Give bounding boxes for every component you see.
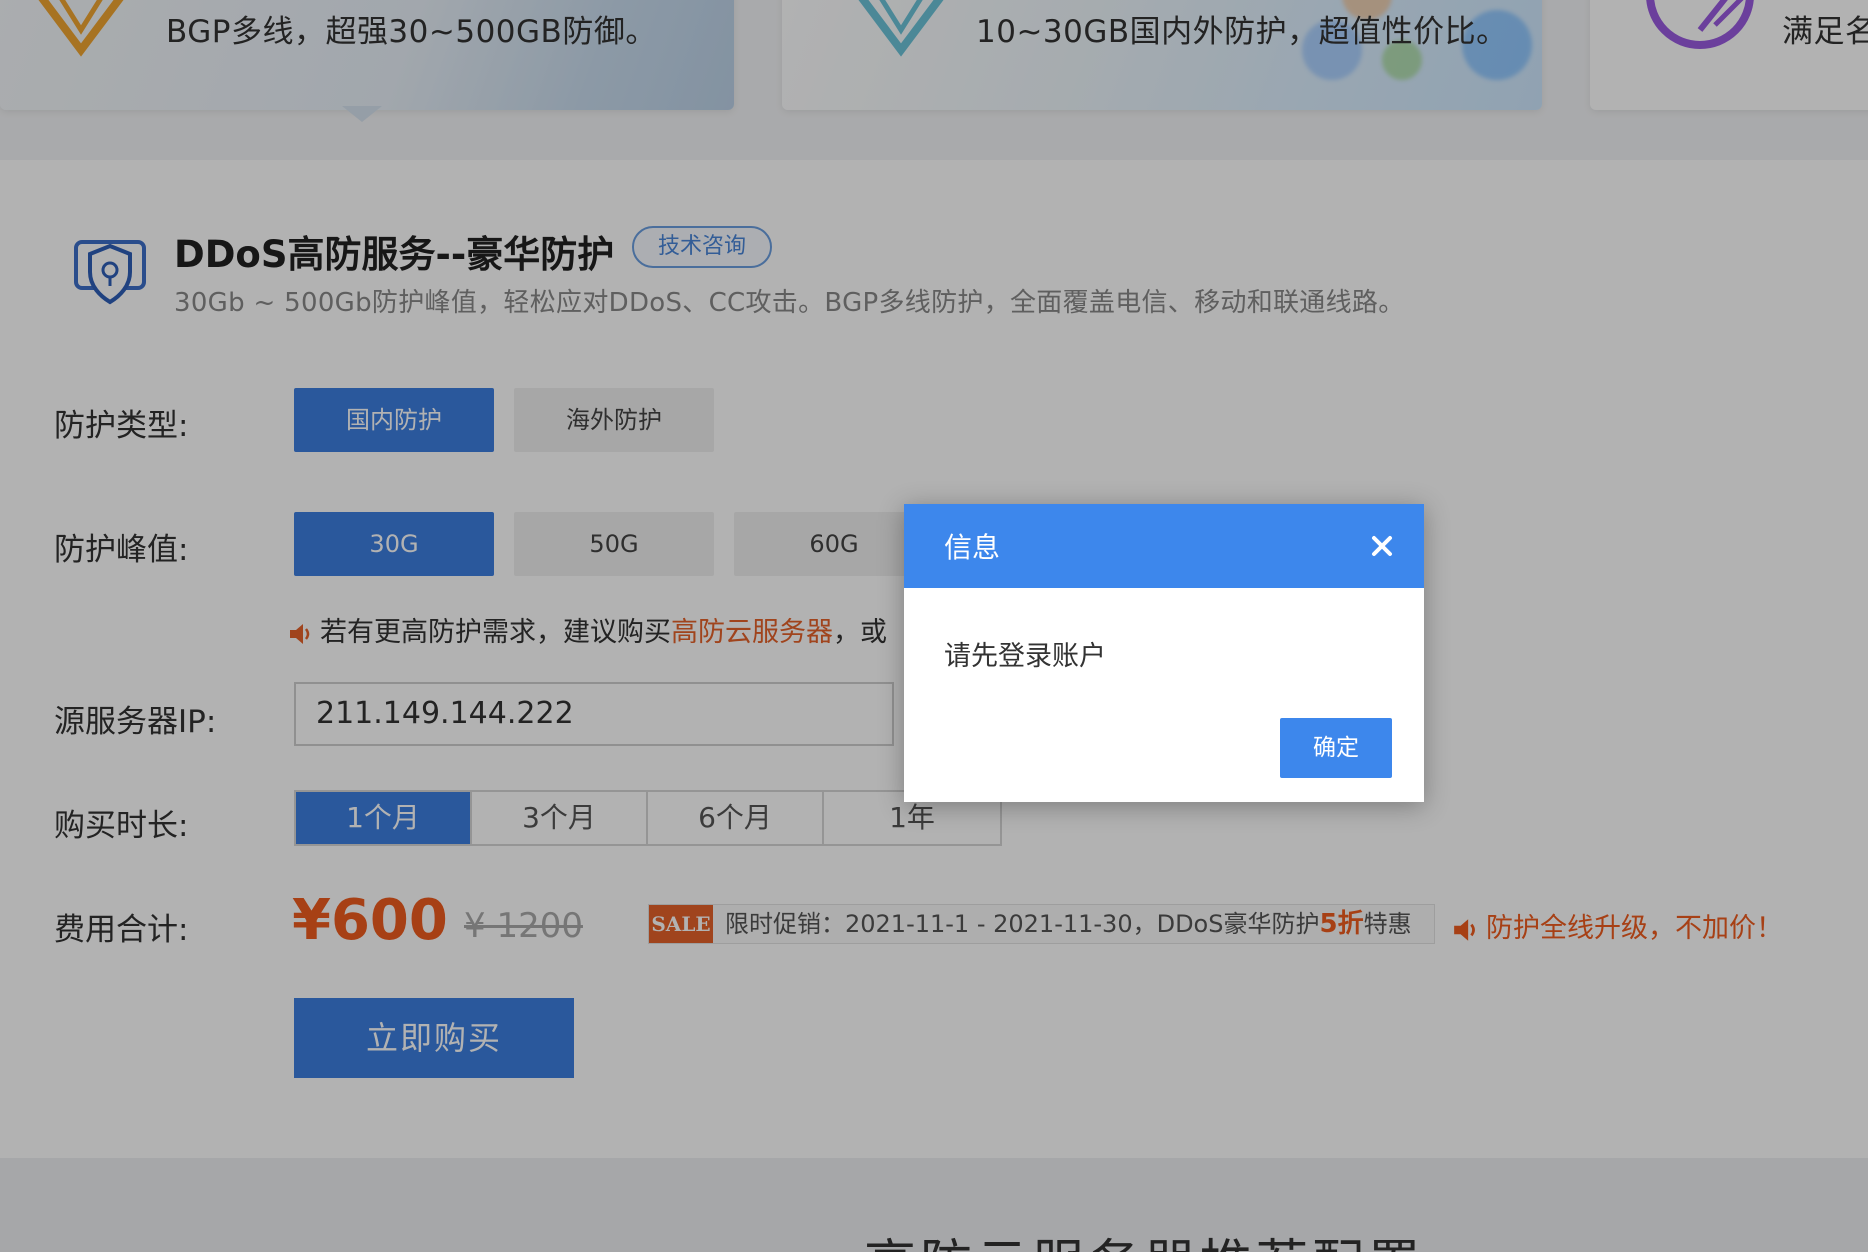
close-icon[interactable] xyxy=(1364,528,1400,564)
info-dialog: 信息 请先登录账户 确定 xyxy=(904,504,1424,802)
dialog-title: 信息 xyxy=(944,531,1001,564)
dialog-message: 请先登录账户 xyxy=(944,641,1106,672)
ok-button[interactable]: 确定 xyxy=(1280,718,1392,778)
dialog-header: 信息 xyxy=(904,504,1424,588)
